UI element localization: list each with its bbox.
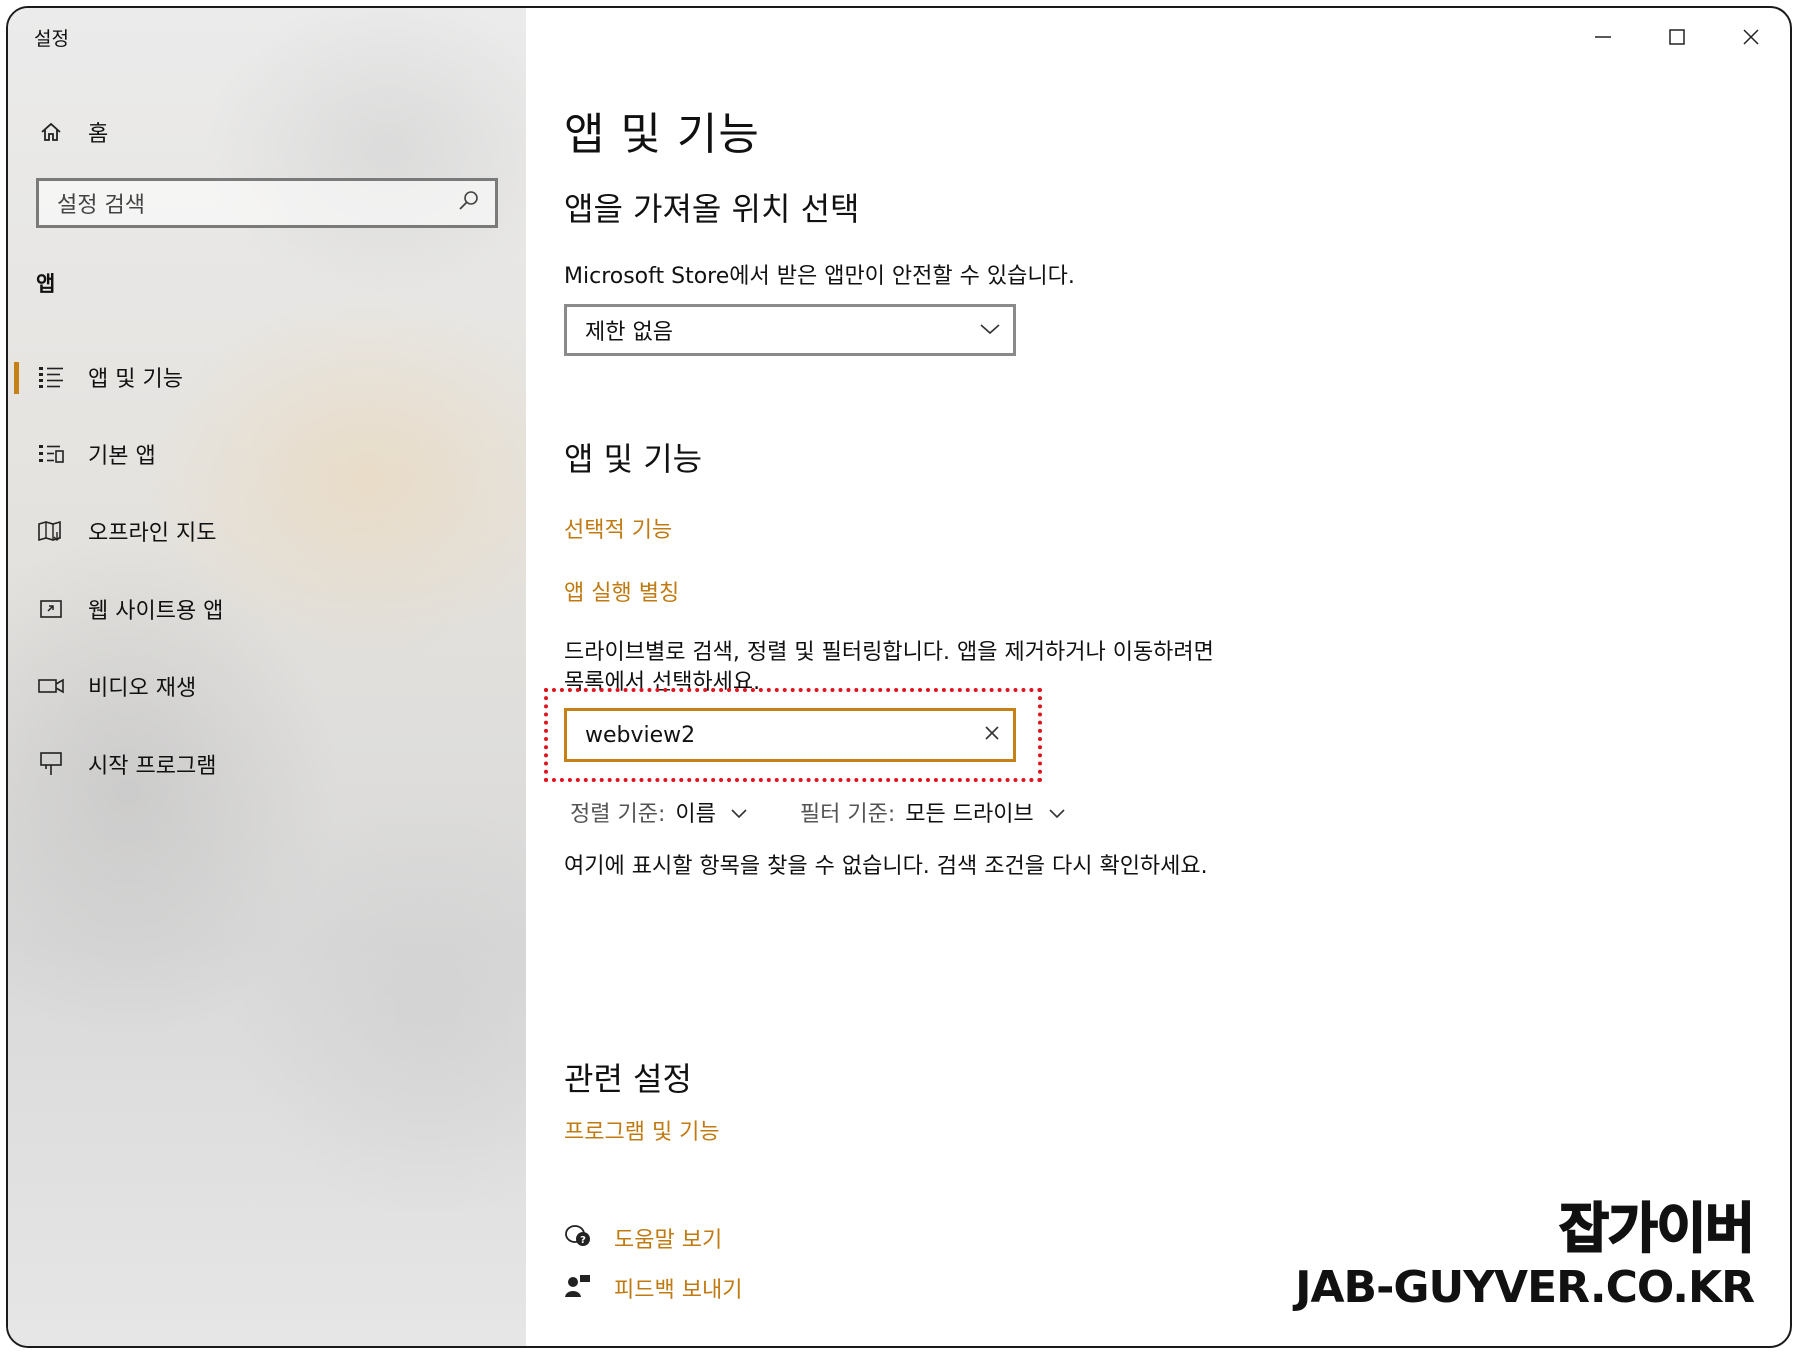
- settings-search-box[interactable]: 설정 검색: [36, 178, 498, 228]
- main-content: 앱 및 기능 앱을 가져올 위치 선택 Microsoft Store에서 받은…: [544, 8, 1790, 1346]
- web-app-icon: [36, 598, 66, 620]
- sidebar-item-label: 오프라인 지도: [88, 521, 217, 546]
- install-source-heading: 앱을 가져올 위치 선택: [564, 190, 860, 228]
- related-settings-heading: 관련 설정: [564, 1060, 692, 1098]
- get-help-row[interactable]: ? 도움말 보기: [564, 1222, 722, 1254]
- app-list-search-box[interactable]: [564, 708, 1016, 762]
- app-execution-aliases-link[interactable]: 앱 실행 별칭: [564, 575, 679, 607]
- home-icon: [36, 121, 66, 143]
- svg-text:?: ?: [580, 1235, 586, 1246]
- filter-by-label: 필터 기준:: [799, 802, 896, 827]
- chevron-down-icon: [979, 321, 1001, 340]
- optional-features-link[interactable]: 선택적 기능: [564, 512, 672, 544]
- sidebar-item-offline-maps[interactable]: 오프라인 지도: [8, 508, 518, 554]
- programs-features-link[interactable]: 프로그램 및 기능: [564, 1114, 720, 1146]
- watermark-domain: JAB-GUYVER.CO.KR: [1295, 1262, 1755, 1313]
- sidebar: 설정 홈 설정 검색 앱 앱 및 기능 기본 앱 오프라인 지도 웹 사이트용 …: [8, 8, 526, 1346]
- watermark-korean: 잡가이버: [1558, 1197, 1756, 1261]
- video-icon: [36, 676, 66, 696]
- default-apps-icon: [36, 443, 66, 465]
- filter-by-value: 모든 드라이브: [905, 802, 1034, 827]
- apps-description-line1: 드라이브별로 검색, 정렬 및 필터링합니다. 앱을 제거하거나 이동하려면: [564, 640, 1214, 665]
- sidebar-section-title: 앱: [36, 272, 56, 296]
- feedback-icon: [564, 1273, 592, 1303]
- clear-search-icon[interactable]: [983, 724, 1001, 746]
- give-feedback-row[interactable]: 피드백 보내기: [564, 1272, 742, 1304]
- chevron-down-icon: [730, 800, 748, 825]
- home-label: 홈: [88, 122, 109, 147]
- sidebar-item-apps-features[interactable]: 앱 및 기능: [8, 354, 518, 400]
- sidebar-item-apps-for-websites[interactable]: 웹 사이트용 앱: [8, 586, 518, 632]
- search-icon[interactable]: [457, 189, 481, 217]
- window-title: 설정: [34, 28, 69, 50]
- give-feedback-link[interactable]: 피드백 보내기: [614, 1272, 742, 1304]
- sidebar-item-label: 기본 앱: [88, 444, 156, 469]
- sidebar-item-label: 앱 및 기능: [88, 367, 183, 392]
- apps-features-heading: 앱 및 기능: [564, 440, 703, 478]
- settings-window: 설정 홈 설정 검색 앱 앱 및 기능 기본 앱 오프라인 지도 웹 사이트용 …: [6, 6, 1792, 1348]
- home-nav[interactable]: 홈: [36, 114, 476, 150]
- sidebar-item-startup[interactable]: 시작 프로그램: [8, 741, 518, 787]
- apps-description-line2: 목록에서 선택하세요.: [564, 670, 761, 695]
- sort-by-label: 정렬 기준:: [570, 802, 666, 827]
- sidebar-item-label: 비디오 재생: [88, 676, 197, 701]
- startup-icon: [36, 751, 66, 777]
- install-source-description: Microsoft Store에서 받은 앱만이 안전할 수 있습니다.: [564, 264, 1075, 289]
- map-icon: [36, 520, 66, 542]
- watermark: 잡가이버 JAB-GUYVER.CO.KR: [1295, 1197, 1756, 1316]
- app-list-search-input[interactable]: [583, 721, 983, 749]
- empty-results-message: 여기에 표시할 항목을 찾을 수 없습니다. 검색 조건을 다시 확인하세요.: [564, 854, 1208, 879]
- sort-by-dropdown[interactable]: 정렬 기준: 이름: [570, 796, 748, 828]
- filter-by-dropdown[interactable]: 필터 기준: 모든 드라이브: [800, 796, 1066, 828]
- page-title: 앱 및 기능: [564, 109, 760, 160]
- sidebar-item-video-playback[interactable]: 비디오 재생: [8, 663, 518, 709]
- install-source-dropdown[interactable]: 제한 없음: [564, 304, 1016, 356]
- sort-filter-row: 정렬 기준: 이름 필터 기준: 모든 드라이브: [570, 796, 1066, 828]
- help-chat-icon: ?: [564, 1223, 592, 1253]
- sidebar-item-label: 웹 사이트용 앱: [88, 599, 224, 624]
- sort-by-value: 이름: [675, 802, 716, 827]
- chevron-down-icon: [1048, 800, 1066, 825]
- get-help-link[interactable]: 도움말 보기: [614, 1222, 722, 1254]
- sidebar-item-label: 시작 프로그램: [88, 754, 217, 779]
- settings-search-placeholder: 설정 검색: [57, 193, 145, 218]
- install-source-selected: 제한 없음: [585, 320, 673, 345]
- sidebar-item-default-apps[interactable]: 기본 앱: [8, 431, 518, 477]
- apps-list-icon: [36, 365, 66, 389]
